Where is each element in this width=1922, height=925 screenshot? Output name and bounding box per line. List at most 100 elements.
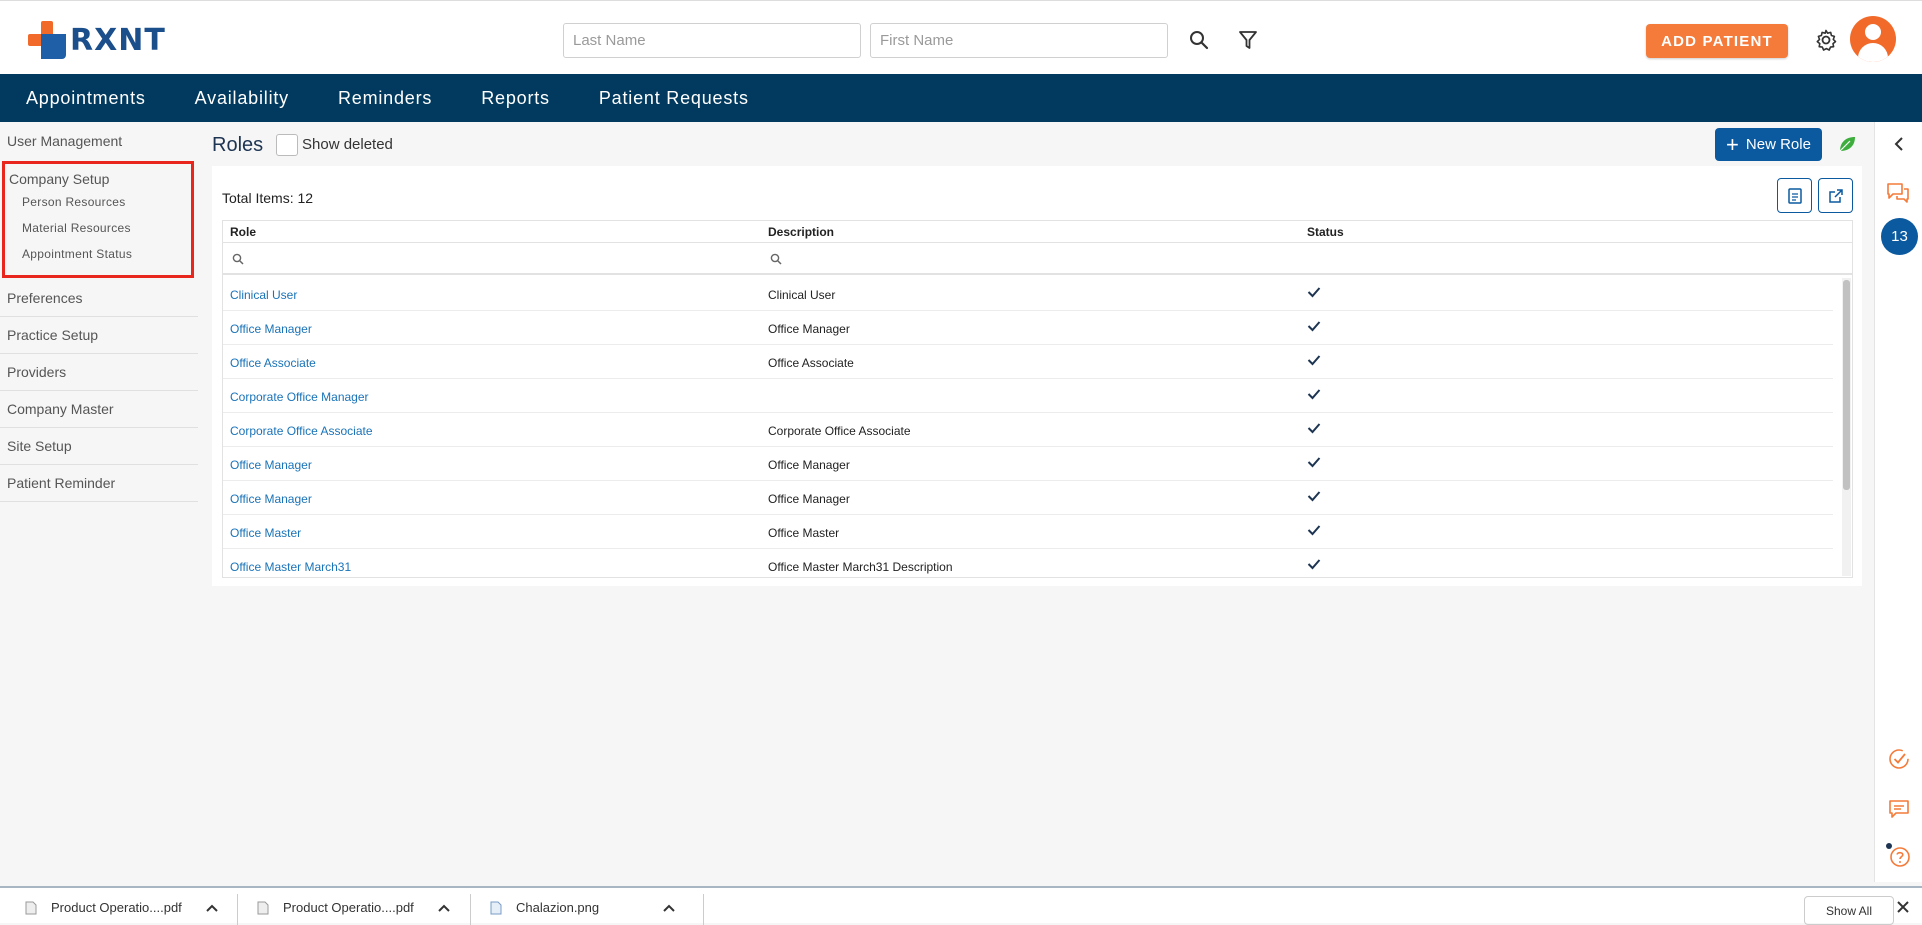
plus-icon: + — [1726, 131, 1739, 157]
status-check-icon — [1307, 422, 1321, 437]
role-filter-search-icon[interactable] — [232, 252, 244, 270]
new-role-button[interactable]: + New Role — [1715, 128, 1822, 161]
top-bar: RXNT ADD PATIENT — [0, 0, 1922, 74]
role-description: Office Associate — [768, 356, 854, 370]
download-filename: Chalazion.png — [516, 900, 600, 915]
help-question-icon[interactable] — [1884, 841, 1912, 874]
sidebar-item-appointment-status[interactable]: Appointment Status — [5, 241, 191, 267]
status-check-icon — [1307, 558, 1321, 573]
nav-reports[interactable]: Reports — [481, 88, 550, 109]
scrollbar-thumb[interactable] — [1843, 280, 1850, 490]
role-description: Clinical User — [768, 288, 836, 302]
sidebar-item-user-management[interactable]: User Management — [0, 122, 198, 159]
downloads-bar: Product Operatio....pdf Product Operatio… — [0, 886, 1922, 925]
table-row[interactable]: Office Master March31 Office Master March… — [223, 549, 1833, 577]
message-icon[interactable] — [1888, 799, 1910, 824]
table-scrollbar[interactable] — [1842, 278, 1851, 576]
leaf-icon[interactable] — [1837, 134, 1857, 159]
role-link[interactable]: Office Manager — [230, 458, 312, 472]
sidebar-item-site-setup[interactable]: Site Setup — [0, 428, 198, 465]
sidebar-item-company-master[interactable]: Company Master — [0, 391, 198, 428]
nav-reminders[interactable]: Reminders — [338, 88, 432, 109]
show-deleted-checkbox[interactable] — [276, 134, 298, 156]
nav-patient-requests[interactable]: Patient Requests — [599, 88, 749, 109]
role-link[interactable]: Office Master — [230, 526, 301, 540]
sidebar-item-practice-setup[interactable]: Practice Setup — [0, 317, 198, 354]
chevron-up-icon — [206, 904, 218, 912]
role-description: Office Master March31 Description — [768, 560, 953, 574]
table-row[interactable]: Clinical User Clinical User — [223, 277, 1833, 311]
download-item-1[interactable]: Product Operatio....pdf — [25, 900, 218, 915]
role-link[interactable]: Office Master March31 — [230, 560, 351, 574]
role-description: Office Manager — [768, 458, 850, 472]
nav-availability[interactable]: Availability — [195, 88, 289, 109]
notification-count-badge[interactable]: 13 — [1881, 218, 1918, 255]
file-icon — [257, 901, 269, 914]
table-row[interactable]: Corporate Office Associate Corporate Offi… — [223, 413, 1833, 447]
column-header-description[interactable]: Description — [768, 225, 834, 239]
status-check-icon — [1307, 524, 1321, 539]
logo-cross-icon — [28, 21, 66, 59]
first-name-input[interactable] — [870, 23, 1168, 58]
close-icon[interactable] — [1896, 900, 1910, 919]
roles-table: Role Description Status Clinical User Cli… — [222, 220, 1853, 578]
total-items: Total Items: 12 — [222, 190, 314, 206]
table-row[interactable]: Office Manager Office Manager — [223, 481, 1833, 515]
new-role-label: New Role — [1745, 136, 1811, 153]
role-link[interactable]: Office Manager — [230, 322, 312, 336]
export-file-icon — [1787, 187, 1802, 204]
sidebar-item-company-setup[interactable]: Company Setup — [5, 168, 191, 189]
sidebar-item-providers[interactable]: Providers — [0, 354, 198, 391]
download-filename: Product Operatio....pdf — [51, 900, 182, 915]
status-check-icon — [1307, 388, 1321, 403]
page-title: Roles — [212, 134, 264, 156]
column-header-role[interactable]: Role — [230, 225, 256, 239]
logo-text: RXNT — [70, 22, 166, 58]
sidebar-item-material-resources[interactable]: Material Resources — [5, 215, 191, 241]
collapse-chevron-left-icon[interactable] — [1893, 136, 1905, 157]
export-excel-button[interactable] — [1777, 178, 1812, 213]
column-header-status[interactable]: Status — [1307, 225, 1344, 239]
status-check-icon — [1307, 286, 1321, 301]
status-check-icon — [1307, 456, 1321, 471]
sidebar-item-preferences[interactable]: Preferences — [0, 280, 198, 317]
image-file-icon — [490, 901, 502, 914]
table-row[interactable]: Office Manager Office Manager — [223, 447, 1833, 481]
status-check-icon — [1307, 490, 1321, 505]
add-patient-button[interactable]: ADD PATIENT — [1646, 24, 1788, 58]
filter-icon[interactable] — [1238, 30, 1258, 56]
description-filter-search-icon[interactable] — [770, 252, 782, 270]
external-link-icon — [1828, 188, 1843, 203]
right-toolbar: 13 — [1874, 122, 1922, 882]
rxnt-logo[interactable]: RXNT — [28, 21, 166, 59]
show-all-downloads-button[interactable]: Show All — [1804, 896, 1894, 925]
roles-card: Total Items: 12 Role Description Status … — [212, 166, 1862, 586]
role-link[interactable]: Office Manager — [230, 492, 312, 506]
settings-gear-icon[interactable] — [1814, 28, 1838, 57]
status-check-icon — [1307, 354, 1321, 369]
last-name-input[interactable] — [563, 23, 861, 58]
role-link[interactable]: Clinical User — [230, 288, 297, 302]
user-avatar[interactable] — [1850, 16, 1896, 62]
main-nav: Appointments Availability Reminders Repo… — [0, 74, 1922, 122]
task-check-icon[interactable] — [1888, 748, 1910, 775]
table-row[interactable]: Corporate Office Manager — [223, 379, 1833, 413]
status-check-icon — [1307, 320, 1321, 335]
share-export-button[interactable] — [1818, 178, 1853, 213]
table-row[interactable]: Office Master Office Master — [223, 515, 1833, 549]
role-description: Office Manager — [768, 492, 850, 506]
nav-appointments[interactable]: Appointments — [26, 88, 146, 109]
chat-bubbles-icon[interactable] — [1885, 181, 1911, 210]
table-row[interactable]: Office Associate Office Associate — [223, 345, 1833, 379]
role-link[interactable]: Corporate Office Associate — [230, 424, 373, 438]
download-item-3[interactable]: Chalazion.png — [490, 900, 675, 915]
show-deleted-label: Show deleted — [302, 136, 393, 153]
search-icon[interactable] — [1189, 30, 1209, 55]
download-item-2[interactable]: Product Operatio....pdf — [257, 900, 450, 915]
role-link[interactable]: Office Associate — [230, 356, 316, 370]
sidebar-item-person-resources[interactable]: Person Resources — [5, 189, 191, 215]
sidebar-item-patient-reminder[interactable]: Patient Reminder — [0, 465, 198, 502]
role-link[interactable]: Corporate Office Manager — [230, 390, 369, 404]
role-description: Corporate Office Associate — [768, 424, 911, 438]
table-row[interactable]: Office Manager Office Manager — [223, 311, 1833, 345]
